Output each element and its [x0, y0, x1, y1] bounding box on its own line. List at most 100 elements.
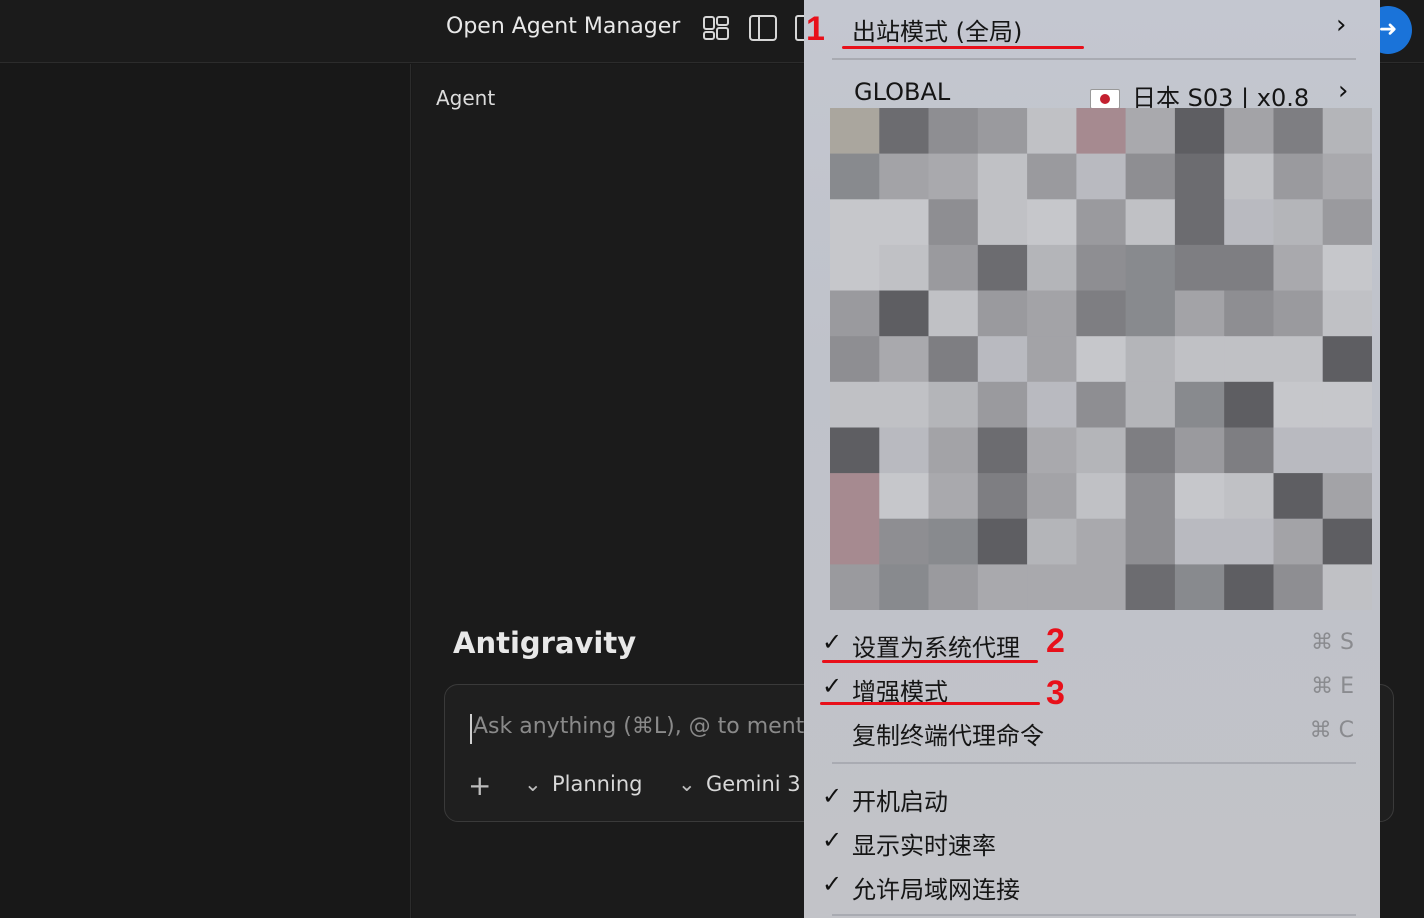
mosaic-tile — [1076, 473, 1127, 520]
mosaic-tile — [977, 427, 1028, 474]
checkmark-icon: ✓ — [822, 826, 843, 854]
mosaic-tile — [1174, 564, 1225, 610]
agent-section-label: Agent — [436, 86, 496, 110]
mosaic-tile — [830, 381, 880, 428]
sidebar-toggle-icon[interactable] — [748, 14, 777, 42]
plus-icon[interactable]: + — [468, 770, 491, 802]
mosaic-tile — [928, 153, 979, 200]
outbound-mode-item[interactable]: 出站模式 (全局) › — [804, 8, 1380, 48]
mosaic-tile — [1273, 153, 1324, 200]
proxy-menu: 出站模式 (全局) › GLOBAL 日本 S03 | x0.8 › ✓ 设置为… — [804, 0, 1380, 918]
mosaic-tile — [1076, 518, 1127, 565]
mosaic-tile — [1322, 108, 1372, 155]
menu-separator — [832, 762, 1356, 764]
mosaic-tile — [977, 153, 1028, 200]
mosaic-tile — [1027, 290, 1077, 337]
chat-input-placeholder[interactable]: Ask anything (⌘L), @ to ment — [473, 714, 804, 739]
mosaic-tile — [1273, 381, 1324, 428]
menu-separator — [832, 58, 1356, 60]
mosaic-tile — [1273, 518, 1324, 565]
mosaic-tile — [1322, 473, 1372, 520]
mosaic-tile — [977, 199, 1028, 246]
mosaic-tile — [1322, 244, 1372, 292]
annotation-number-2: 2 — [1046, 622, 1065, 660]
mosaic-tile — [879, 153, 930, 200]
annotation-underline-2 — [822, 660, 1038, 663]
mosaic-tile — [1027, 108, 1077, 155]
mosaic-tile — [830, 473, 880, 520]
chevron-down-icon: ⌄ — [678, 772, 696, 796]
mosaic-tile — [879, 199, 930, 246]
mosaic-tile — [1174, 290, 1225, 337]
allow-lan-label: 允许局域网连接 — [852, 876, 1020, 904]
mosaic-tile — [1076, 199, 1127, 246]
mosaic-tile — [1125, 244, 1176, 292]
sidebar — [0, 64, 411, 918]
mosaic-tile — [830, 336, 880, 383]
mosaic-tile — [1076, 290, 1127, 337]
mosaic-tile — [1322, 564, 1372, 610]
mosaic-tile — [1076, 108, 1127, 155]
mosaic-tile — [1076, 244, 1127, 292]
launch-at-login-label: 开机启动 — [852, 788, 948, 816]
mosaic-tile — [830, 564, 880, 610]
model-dropdown[interactable]: ⌄ Gemini 3 — [678, 772, 801, 796]
open-agent-manager-title[interactable]: Open Agent Manager — [446, 14, 680, 39]
mosaic-tile — [1125, 473, 1176, 520]
mosaic-tile — [879, 564, 930, 610]
outbound-mode-label: 出站模式 (全局) — [852, 18, 1023, 46]
mosaic-tile — [1125, 427, 1176, 474]
mosaic-tile — [928, 244, 979, 292]
checkmark-icon: ✓ — [822, 782, 843, 810]
mosaic-tile — [879, 427, 930, 474]
mosaic-tile — [1125, 381, 1176, 428]
mosaic-tile — [1322, 336, 1372, 383]
mosaic-tile — [1224, 199, 1275, 246]
chevron-down-icon: ⌄ — [524, 772, 542, 796]
mosaic-tile — [1174, 108, 1225, 155]
mosaic-tile — [830, 199, 880, 246]
mosaic-tile — [1224, 108, 1275, 155]
mosaic-tile — [977, 244, 1028, 292]
mosaic-tile — [879, 108, 930, 155]
mosaic-tile — [1027, 199, 1077, 246]
mosaic-tile — [1125, 336, 1176, 383]
allow-lan-item[interactable]: ✓ 允许局域网连接 — [804, 864, 1380, 904]
text-caret — [470, 714, 472, 744]
mosaic-tile — [1125, 199, 1176, 246]
mosaic-tile — [928, 564, 979, 610]
mosaic-tile — [830, 244, 880, 292]
planning-mode-dropdown[interactable]: ⌄ Planning — [524, 772, 642, 796]
mosaic-tile — [1273, 564, 1324, 610]
mosaic-tile — [928, 290, 979, 337]
set-system-proxy-label: 设置为系统代理 — [852, 634, 1020, 662]
mosaic-tile — [1174, 336, 1225, 383]
mosaic-tile — [879, 290, 930, 337]
set-system-proxy-item[interactable]: ✓ 设置为系统代理 ⌘ S — [804, 622, 1380, 662]
mosaic-tile — [830, 108, 880, 155]
mosaic-tile — [1322, 518, 1372, 565]
mosaic-tile — [1273, 427, 1324, 474]
global-proxy-item[interactable]: GLOBAL 日本 S03 | x0.8 › — [804, 72, 1380, 112]
mosaic-tile — [1224, 290, 1275, 337]
show-speed-item[interactable]: ✓ 显示实时速率 — [804, 820, 1380, 860]
checkmark-icon: ✓ — [822, 870, 843, 898]
mosaic-tile — [1273, 244, 1324, 292]
global-group-label: GLOBAL — [854, 78, 951, 106]
mosaic-tile — [830, 153, 880, 200]
launch-at-login-item[interactable]: ✓ 开机启动 — [804, 776, 1380, 816]
copy-terminal-proxy-item[interactable]: 复制终端代理命令 ⌘ C — [804, 710, 1380, 750]
enhanced-mode-item[interactable]: ✓ 增强模式 ⌘ E — [804, 666, 1380, 706]
model-label: Gemini 3 — [706, 772, 801, 796]
mosaic-tile — [928, 108, 979, 155]
mosaic-tile — [1224, 244, 1275, 292]
layout-grid-icon[interactable] — [702, 14, 730, 42]
mosaic-tile — [879, 473, 930, 520]
mosaic-tile — [1224, 336, 1275, 383]
mosaic-tile — [1027, 564, 1077, 610]
mosaic-tile — [1174, 244, 1225, 292]
annotation-underline-1 — [842, 46, 1084, 49]
mosaic-tile — [1224, 518, 1275, 565]
chevron-right-icon: › — [1336, 10, 1347, 40]
copy-terminal-proxy-label: 复制终端代理命令 — [852, 722, 1044, 750]
